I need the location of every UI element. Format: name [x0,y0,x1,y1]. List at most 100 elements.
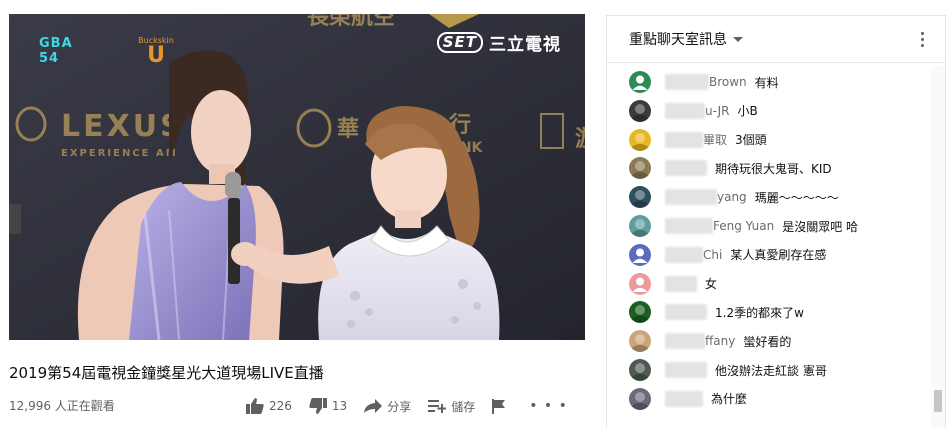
avatar[interactable] [629,272,651,295]
chat-author-name: 畢取 [703,133,728,148]
kebab-dot-icon [921,32,924,35]
avatar[interactable] [629,359,651,381]
share-button[interactable]: 分享 [364,398,411,415]
avatar[interactable] [629,330,651,353]
kebab-dot-icon [921,38,924,41]
chat-author[interactable]: ffany [665,333,736,350]
chat-author[interactable] [665,275,697,292]
avatar[interactable] [629,243,651,266]
sponsor-logo: Buckskin U [138,36,174,68]
video-title: 2019第54屆電視金鐘獎星光大道現場LIVE直播 [9,364,324,382]
chat-message[interactable]: 畢取 3個頭 [629,128,767,152]
chat-author[interactable]: u-JR [665,102,730,119]
chat-menu-button[interactable] [921,32,925,47]
chat-message[interactable]: 期待玩很大鬼哥、KID [629,156,832,180]
chat-author[interactable] [665,362,707,378]
report-button[interactable] [492,398,506,414]
photo-avatar-icon [631,161,649,180]
redacted-name-blur [665,131,703,148]
chat-message-text: 為什麼 [711,392,748,407]
chat-message[interactable]: u-JR 小B [629,99,758,123]
chat-message[interactable]: ffany 蠻好看的 [629,329,791,353]
avatar[interactable] [629,71,651,93]
avatar[interactable] [629,387,651,410]
chat-message[interactable]: yang 瑪麗～～～～～ [629,185,839,209]
dislike-button[interactable]: 13 [309,398,347,414]
chat-message-text: 是沒關眾吧 哈 [782,219,859,234]
chat-author[interactable]: Feng Yuan [665,218,774,234]
chat-header: 重點聊天室訊息 [607,16,945,63]
avatar[interactable] [629,128,651,151]
chat-message-text: 女 [705,277,718,292]
photo-avatar-icon [631,391,649,410]
chat-message[interactable]: 為什麼 [629,387,747,411]
chat-message[interactable]: 他沒辦法走紅談 憲哥 [629,358,827,382]
more-actions-button[interactable]: • • • [529,398,568,414]
chat-message-text: 蠻好看的 [743,334,792,349]
chat-author-name: Feng Yuan [713,219,775,233]
chat-author-name: yang [717,190,747,205]
broadcaster-name: 三立電視 [489,35,561,55]
thumbs-down-icon [309,398,327,414]
svg-text:LEXUS: LEXUS [61,109,185,144]
chat-scrollbar[interactable] [931,66,945,428]
chat-author-name: ffany [705,334,736,349]
chat-message[interactable]: Feng Yuan 是沒關眾吧 哈 [629,214,858,238]
chat-message-text: 瑪麗～～～～～ [754,190,839,205]
redacted-name-blur [665,246,703,263]
avatar[interactable] [629,301,651,324]
redacted-name-blur [665,304,707,321]
chat-author[interactable] [665,160,707,177]
svg-text:EXPERIENCE AM: EXPERIENCE AM [61,148,178,159]
photo-avatar-icon [631,334,649,353]
chat-message-list[interactable]: Brown 有料 u-JR 小B 畢取 3個頭期待玩很大鬼哥、KID yang 瑪麗～～～～～… [607,66,929,428]
redacted-name-blur [665,102,705,119]
chat-message[interactable]: 女 [629,272,717,296]
photo-avatar-icon [631,363,649,381]
like-button[interactable]: 226 [246,398,292,414]
chat-author[interactable]: Brown [665,74,747,90]
chat-message[interactable]: Brown 有料 [629,70,779,94]
chat-author[interactable]: Chi [665,246,722,263]
redacted-name-blur [665,333,705,350]
chat-author[interactable]: yang [665,189,747,206]
chat-author[interactable] [665,304,707,321]
redacted-name-blur [665,74,709,90]
user-icon [632,277,648,292]
kebab-dot-icon [921,44,924,47]
svg-text:長榮航空: 長榮航空 [307,14,395,30]
chat-author[interactable] [665,390,703,407]
chat-author[interactable]: 畢取 [665,131,727,148]
view-count: 12,996 人正在觀看 [9,399,115,413]
photo-avatar-icon [631,219,649,237]
redacted-name-blur [665,275,697,292]
chat-message-text: 3個頭 [735,133,767,148]
avatar[interactable] [629,157,651,180]
video-player[interactable]: LEXUS EXPERIENCE AM 長榮航空 ANK 華 行 游 [9,14,585,340]
chat-message[interactable]: Chi 某人真愛刷存在感 [629,243,826,267]
share-label: 分享 [387,399,412,414]
save-button[interactable]: 儲存 [428,398,475,415]
caret-down-icon [733,36,743,42]
photo-avatar-icon [631,103,649,122]
chat-message-text: 他沒辦法走紅談 憲哥 [715,363,827,378]
chat-scrollbar-thumb[interactable] [934,390,942,412]
like-count: 226 [269,399,292,413]
flag-icon [492,398,506,414]
redacted-name-blur [665,218,713,234]
photo-avatar-icon [631,305,649,324]
chat-title: 重點聊天室訊息 [629,32,727,48]
avatar[interactable] [629,99,651,122]
redacted-name-blur [665,160,707,177]
svg-text:華: 華 [337,117,359,142]
chat-message-text: 期待玩很大鬼哥、KID [715,161,832,176]
redacted-name-blur [665,189,717,206]
avatar[interactable] [629,215,651,237]
chat-message-text: 有料 [754,75,779,90]
live-chat-panel: 重點聊天室訊息 Brown 有料 u-JR 小B 畢取 3個頭期待玩很大鬼哥、KID yan… [606,15,946,428]
chat-mode-dropdown[interactable]: 重點聊天室訊息 [629,29,743,49]
avatar[interactable] [629,186,651,209]
chat-message[interactable]: 1.2季的都來了w [629,300,804,324]
chat-author-name: u-JR [705,103,730,118]
playlist-add-icon [428,400,447,413]
